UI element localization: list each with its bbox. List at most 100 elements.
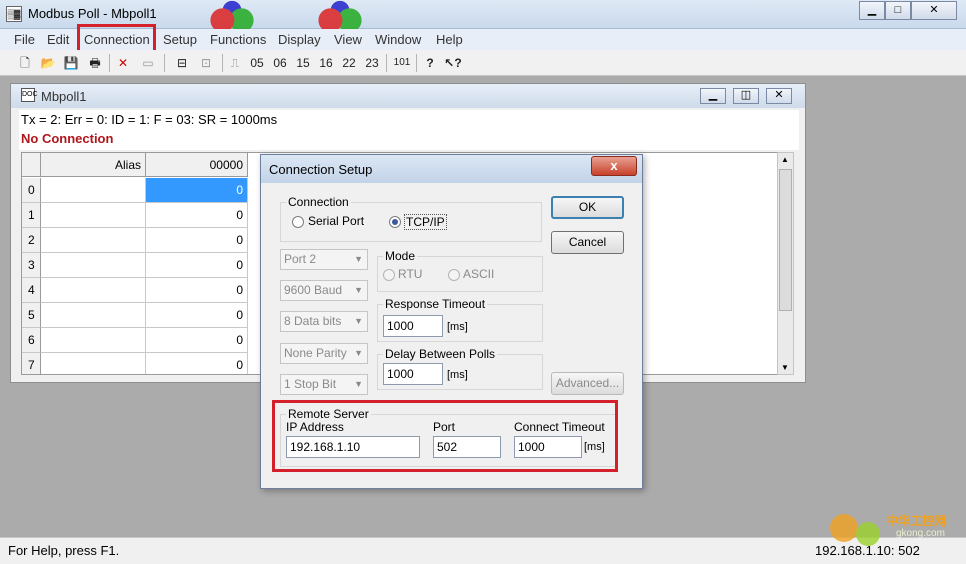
maximize-icon[interactable]: □: [885, 1, 911, 20]
toolbar-separator: [109, 54, 110, 72]
rtu-label: RTU: [398, 267, 423, 281]
pulse-icon[interactable]: ⎍: [226, 54, 244, 72]
corner-header: [22, 153, 41, 177]
response-timeout-label: Response Timeout: [383, 297, 488, 311]
baud-combo[interactable]: 9600 Baud ▼: [280, 280, 368, 301]
delete-icon[interactable]: ✕: [114, 54, 132, 72]
row-header[interactable]: 0: [22, 178, 41, 203]
child-title-bar: DOC Mbpoll1 ▁ ◫ ✕: [11, 84, 805, 108]
row-header[interactable]: 7: [22, 353, 41, 374]
watermark-text: 中华工控网: [886, 514, 947, 528]
fc16-button[interactable]: 16: [316, 54, 336, 72]
menu-display[interactable]: Display: [278, 32, 321, 47]
close-icon[interactable]: ✕: [911, 1, 957, 20]
register-value-cell[interactable]: 0: [146, 278, 248, 303]
read-write-button[interactable]: 101: [391, 54, 413, 72]
register-value-cell[interactable]: 0: [146, 228, 248, 253]
fc22-button[interactable]: 22: [339, 54, 359, 72]
register-value-cell[interactable]: 0: [146, 178, 248, 203]
toolbar-separator: [222, 54, 223, 72]
row-header[interactable]: 5: [22, 303, 41, 328]
watermark-url: gkong.com: [896, 528, 945, 539]
save-icon[interactable]: 💾: [62, 54, 80, 72]
remote-server-highlight: [272, 400, 618, 472]
response-timeout-input[interactable]: 1000: [383, 315, 443, 337]
fc23-button[interactable]: 23: [362, 54, 382, 72]
dialog-close-button[interactable]: x: [591, 156, 637, 176]
ok-button[interactable]: OK: [551, 196, 624, 219]
scroll-up-icon[interactable]: ▲: [781, 155, 789, 164]
context-help-icon[interactable]: ↖?: [443, 54, 463, 72]
tcp-ip-radio[interactable]: [389, 216, 401, 228]
grid-scrollbar[interactable]: ▲ ▼: [777, 152, 794, 375]
menu-functions[interactable]: Functions: [210, 32, 266, 47]
new-icon[interactable]: 🗋: [16, 54, 34, 72]
delay-label: Delay Between Polls: [383, 347, 498, 361]
toolbar-separator: [386, 54, 387, 72]
connect-icon[interactable]: ⊟: [172, 54, 192, 72]
row-header[interactable]: 6: [22, 328, 41, 353]
address-column-header[interactable]: 00000: [146, 153, 248, 177]
alias-cell[interactable]: [41, 228, 146, 253]
help-icon[interactable]: ?: [421, 54, 439, 72]
register-value-cell[interactable]: 0: [146, 253, 248, 278]
open-icon[interactable]: 📂: [39, 54, 57, 72]
row-header[interactable]: 2: [22, 228, 41, 253]
child-restore-icon[interactable]: ◫: [733, 88, 759, 104]
ascii-radio[interactable]: [448, 269, 460, 281]
register-value-cell[interactable]: 0: [146, 203, 248, 228]
fc15-button[interactable]: 15: [293, 54, 313, 72]
parity-combo[interactable]: None Parity ▼: [280, 343, 368, 364]
alias-cell[interactable]: [41, 178, 146, 203]
tcp-ip-label: TCP/IP: [404, 214, 447, 230]
rtu-radio[interactable]: [383, 269, 395, 281]
alias-column-header[interactable]: Alias: [41, 153, 146, 177]
cancel-button[interactable]: Cancel: [551, 231, 624, 254]
gear-icon: [830, 514, 858, 542]
alias-cell[interactable]: [41, 328, 146, 353]
fc05-button[interactable]: 05: [247, 54, 267, 72]
fc06-button[interactable]: 06: [270, 54, 290, 72]
scroll-down-icon[interactable]: ▼: [781, 363, 789, 372]
alias-cell[interactable]: [41, 278, 146, 303]
app-icon: ▒▓: [6, 6, 22, 22]
window-icon[interactable]: ▭: [139, 54, 157, 72]
register-value-cell[interactable]: 0: [146, 353, 248, 374]
toolbar-separator: [164, 54, 165, 72]
port-combo[interactable]: Port 2 ▼: [280, 249, 368, 270]
row-header[interactable]: 4: [22, 278, 41, 303]
minimize-icon[interactable]: ▁: [859, 1, 885, 20]
child-minimize-icon[interactable]: ▁: [700, 88, 726, 104]
register-value-cell[interactable]: 0: [146, 328, 248, 353]
menu-view[interactable]: View: [334, 32, 362, 47]
menu-file[interactable]: File: [14, 32, 35, 47]
decor-balls: [316, 0, 364, 29]
window-title: Modbus Poll - Mbpoll1: [28, 6, 157, 21]
print-icon[interactable]: 🖶: [85, 54, 105, 72]
alias-cell[interactable]: [41, 203, 146, 228]
alias-cell[interactable]: [41, 303, 146, 328]
menu-edit[interactable]: Edit: [47, 32, 69, 47]
serial-port-radio[interactable]: [292, 216, 304, 228]
child-title: Mbpoll1: [41, 89, 87, 104]
row-header[interactable]: 1: [22, 203, 41, 228]
serial-port-label: Serial Port: [308, 214, 365, 228]
mode-group-label: Mode: [383, 249, 418, 263]
stop-bit-combo[interactable]: 1 Stop Bit ▼: [280, 374, 368, 395]
row-header[interactable]: 3: [22, 253, 41, 278]
advanced-button[interactable]: Advanced...: [551, 372, 624, 395]
dialog-title: Connection Setup: [269, 162, 373, 177]
response-timeout-unit: [ms]: [447, 321, 468, 333]
delay-input[interactable]: 1000: [383, 363, 443, 385]
register-value-cell[interactable]: 0: [146, 303, 248, 328]
disconnect-icon[interactable]: ⊡: [196, 54, 216, 72]
data-bits-combo[interactable]: 8 Data bits ▼: [280, 311, 368, 332]
dialog-title-bar: Connection Setup x: [261, 155, 642, 183]
menu-window[interactable]: Window: [375, 32, 421, 47]
child-close-icon[interactable]: ✕: [766, 88, 792, 104]
menu-setup[interactable]: Setup: [163, 32, 197, 47]
alias-cell[interactable]: [41, 353, 146, 374]
menu-help[interactable]: Help: [436, 32, 463, 47]
scroll-thumb[interactable]: [779, 169, 792, 311]
alias-cell[interactable]: [41, 253, 146, 278]
